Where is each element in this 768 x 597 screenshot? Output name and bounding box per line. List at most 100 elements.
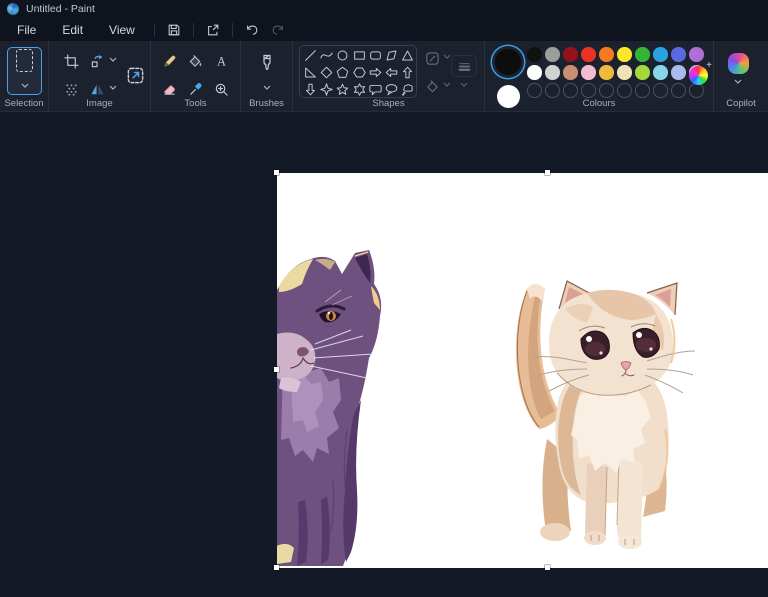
palette-swatch[interactable] xyxy=(653,65,668,80)
palette-swatch-empty[interactable] xyxy=(527,83,542,98)
shape-star-four[interactable] xyxy=(318,81,334,98)
canvas-handle-bottom-center[interactable] xyxy=(545,565,550,570)
stroke-size-dropdown-chevron-icon[interactable] xyxy=(460,82,468,87)
shape-diamond[interactable] xyxy=(318,64,334,81)
palette-swatch[interactable] xyxy=(635,47,650,62)
palette-swatch-empty[interactable] xyxy=(545,83,560,98)
shape-callout-rounded[interactable] xyxy=(367,81,383,98)
crop-icon xyxy=(64,54,79,69)
shape-hexagon[interactable] xyxy=(351,64,367,81)
canvas-handle-top-center[interactable] xyxy=(545,170,550,175)
shape-right-triangle[interactable] xyxy=(302,64,318,81)
copilot-dropdown-chevron-icon[interactable] xyxy=(734,79,742,84)
shapes-gallery[interactable] xyxy=(299,45,417,98)
shape-arrow-up[interactable] xyxy=(400,64,416,81)
stroke-size-button[interactable] xyxy=(451,55,477,77)
shape-curve[interactable] xyxy=(318,47,334,64)
share-button[interactable] xyxy=(200,21,226,39)
flip-icon xyxy=(90,82,105,97)
palette-swatch[interactable] xyxy=(635,65,650,80)
edit-colors-button[interactable] xyxy=(689,66,708,85)
save-button[interactable] xyxy=(161,21,187,39)
fill-button[interactable] xyxy=(185,51,205,71)
canvas-image-purple-cat xyxy=(277,250,395,566)
remove-background-button[interactable] xyxy=(61,79,81,99)
triangle-icon xyxy=(401,49,414,62)
flip-dropdown-chevron-icon[interactable] xyxy=(109,85,117,90)
magnifier-button[interactable] xyxy=(211,79,231,99)
crop-button[interactable] xyxy=(61,51,81,71)
rotate-button[interactable] xyxy=(87,51,107,71)
palette-swatch-empty[interactable] xyxy=(581,83,596,98)
palette-swatch[interactable] xyxy=(581,47,596,62)
redo-button[interactable] xyxy=(265,21,291,39)
share-icon xyxy=(206,23,220,37)
shape-callout-oval[interactable] xyxy=(383,81,399,98)
shape-line[interactable] xyxy=(302,47,318,64)
undo-button[interactable] xyxy=(239,21,265,39)
shape-pentagon[interactable] xyxy=(335,64,351,81)
palette-swatch[interactable] xyxy=(671,47,686,62)
text-tool-button[interactable]: A xyxy=(211,51,231,71)
shape-star-six[interactable] xyxy=(351,81,367,98)
canvas-handle-left-center[interactable] xyxy=(274,367,279,372)
drawing-canvas[interactable] xyxy=(277,173,768,568)
palette-swatch[interactable] xyxy=(527,65,542,80)
palette-swatch[interactable] xyxy=(545,65,560,80)
palette-swatch[interactable] xyxy=(617,47,632,62)
shape-arrow-left[interactable] xyxy=(383,64,399,81)
selection-tool-button[interactable] xyxy=(7,47,42,95)
brushes-dropdown-chevron-icon[interactable] xyxy=(263,85,271,90)
palette-swatch[interactable] xyxy=(545,47,560,62)
palette-swatch[interactable] xyxy=(617,65,632,80)
palette-swatch[interactable] xyxy=(599,47,614,62)
palette-swatch[interactable] xyxy=(581,65,596,80)
palette-swatch-empty[interactable] xyxy=(563,83,578,98)
palette-swatch-empty[interactable] xyxy=(689,83,704,98)
flip-button[interactable] xyxy=(87,79,107,99)
resize-button[interactable] xyxy=(123,63,147,87)
copilot-button[interactable] xyxy=(728,53,749,74)
shape-fill-button[interactable] xyxy=(423,77,441,95)
shape-rounded-rectangle[interactable] xyxy=(367,47,383,64)
section-label: Image xyxy=(49,98,150,109)
eraser-button[interactable] xyxy=(159,79,179,99)
shape-callout-cloud[interactable] xyxy=(400,81,416,98)
pencil-button[interactable] xyxy=(159,51,179,71)
section-label: Selection xyxy=(0,98,48,109)
palette-swatch[interactable] xyxy=(689,47,704,62)
shape-outline-button[interactable] xyxy=(423,49,441,67)
menu-view[interactable]: View xyxy=(96,21,148,39)
shape-arrow-down[interactable] xyxy=(302,81,318,98)
palette-swatch[interactable] xyxy=(563,47,578,62)
palette-swatch-empty[interactable] xyxy=(653,83,668,98)
line-icon xyxy=(304,49,317,62)
color1-swatch[interactable] xyxy=(495,49,521,75)
palette-swatch[interactable] xyxy=(527,47,542,62)
palette-swatch-empty[interactable] xyxy=(671,83,686,98)
shape-fill-dropdown-chevron-icon[interactable] xyxy=(443,82,451,87)
palette-swatch[interactable] xyxy=(599,65,614,80)
outline-dropdown-chevron-icon[interactable] xyxy=(443,54,451,59)
menu-edit[interactable]: Edit xyxy=(49,21,96,39)
palette-swatch[interactable] xyxy=(563,65,578,80)
rotate-dropdown-chevron-icon[interactable] xyxy=(109,57,117,62)
shape-ellipse[interactable] xyxy=(335,47,351,64)
palette-swatch-empty[interactable] xyxy=(599,83,614,98)
shape-rectangle[interactable] xyxy=(351,47,367,64)
palette-swatch[interactable] xyxy=(653,47,668,62)
color2-swatch[interactable] xyxy=(497,85,520,108)
chevron-down-icon[interactable] xyxy=(21,75,29,93)
palette-swatch-empty[interactable] xyxy=(635,83,650,98)
shape-star-five[interactable] xyxy=(335,81,351,98)
palette-swatch-empty[interactable] xyxy=(617,83,632,98)
canvas-handle-top-left[interactable] xyxy=(274,170,279,175)
menu-file[interactable]: File xyxy=(4,21,49,39)
shape-arrow-right[interactable] xyxy=(367,64,383,81)
color-picker-button[interactable] xyxy=(185,79,205,99)
shape-polygon[interactable] xyxy=(383,47,399,64)
canvas-handle-bottom-left[interactable] xyxy=(274,565,279,570)
palette-swatch[interactable] xyxy=(671,65,686,80)
brushes-button[interactable] xyxy=(257,51,277,77)
shape-triangle[interactable] xyxy=(400,47,416,64)
